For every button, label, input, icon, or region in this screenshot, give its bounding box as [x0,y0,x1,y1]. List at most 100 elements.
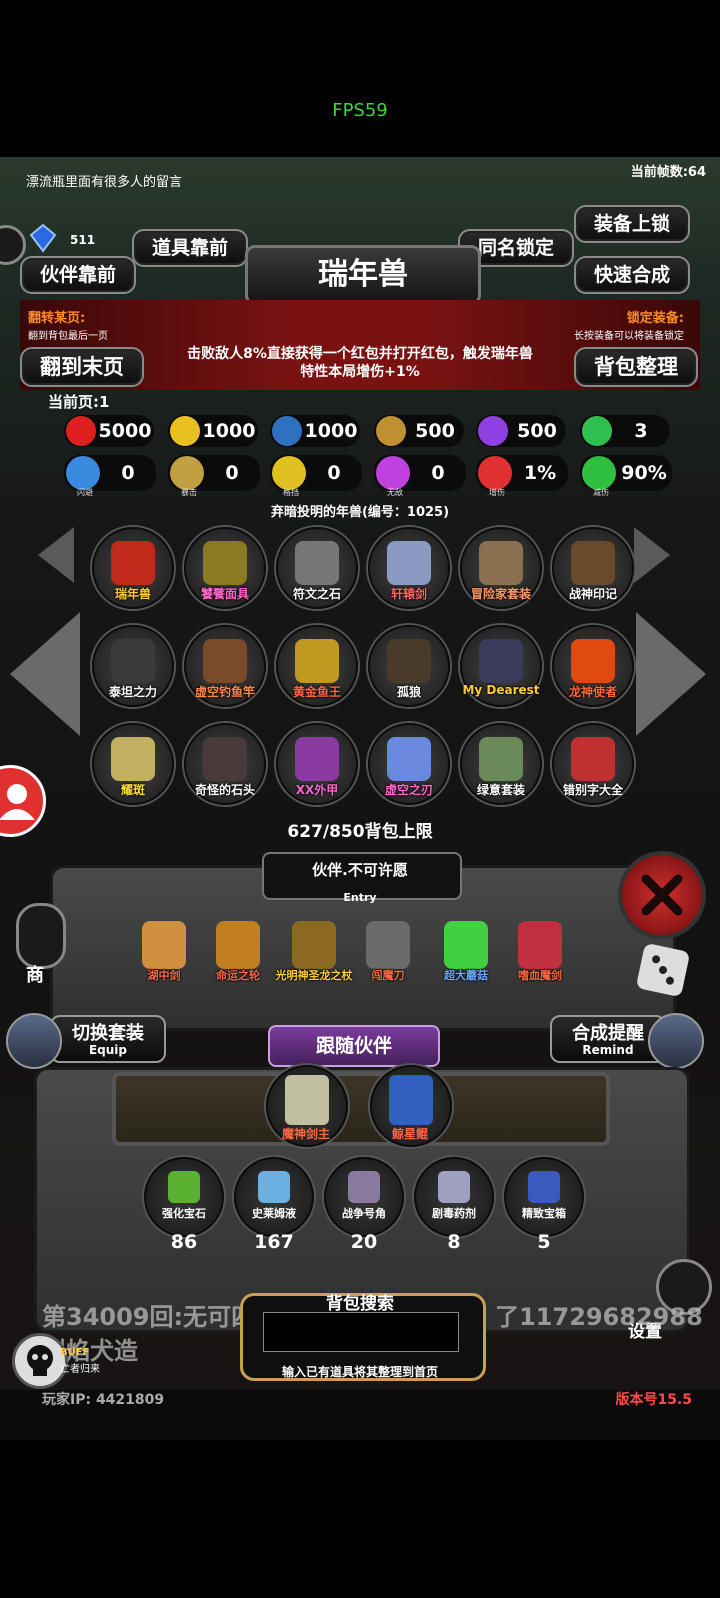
inventory-slot[interactable]: 耀斑 [92,723,174,805]
material-name: 剧毒药剂 [432,1207,476,1220]
description-line-2: 特性本局增伤+1% [300,364,420,380]
bag-sort-button[interactable]: 背包整理 [574,347,698,387]
material-slot[interactable]: 精致宝箱 [504,1157,584,1237]
equipment-slot[interactable]: 闯魔刀 [356,917,418,982]
bag-search-title: 背包搜索 [326,1294,394,1314]
inventory-slot[interactable]: 饕餮面具 [184,527,266,609]
inventory-slot[interactable]: 冒险家套装 [460,527,542,609]
close-icon[interactable] [618,851,706,939]
inventory-slot[interactable]: 龙神使者 [552,625,634,707]
gem-count: 511 [70,233,96,247]
item-art-icon [387,737,431,781]
stat-value: 1% [523,462,557,484]
equipment-slot[interactable]: 命运之轮 [206,917,268,982]
inventory-slot[interactable]: 虚空之刃 [368,723,450,805]
follow-partner-slot[interactable]: 魔神剑主 [266,1065,348,1147]
stat-item: 1000 [270,415,360,447]
material-name: 史莱姆液 [252,1207,296,1220]
item-art-icon [571,639,615,683]
remind-shield-icon[interactable] [648,1013,704,1069]
current-page-label: 当前页:1 [48,393,110,411]
next-page-arrow-icon[interactable] [636,612,706,736]
material-art-icon [348,1171,380,1203]
inventory-slot[interactable]: 瑞年兽 [92,527,174,609]
item-art-icon [111,737,155,781]
prev-page-arrow-icon[interactable] [10,612,80,736]
material-art-icon [258,1171,290,1203]
switch-set-button[interactable]: 切换套装 Equip [50,1015,166,1063]
next-page-small-arrow-icon[interactable] [634,527,670,583]
item-art-icon [111,541,155,585]
stat-item: 1% 增伤 [476,455,568,497]
follow-partner-slot[interactable]: 鲸星鲲 [370,1065,452,1147]
item-description: 击败敌人8%直接获得一个红包并打开红包，触发瑞年兽 特性本局增伤+1% [150,345,570,381]
material-slot[interactable]: 战争号角 [324,1157,404,1237]
inventory-slot[interactable]: 轩辕剑 [368,527,450,609]
stat-value: 5000 [98,420,152,442]
flip-page-label: 翻转某页: [28,311,86,326]
equipment-slot[interactable]: 嗜血魔剑 [508,917,570,982]
equipment-art-icon [142,921,186,969]
quick-merge-button[interactable]: 快速合成 [574,256,690,294]
inventory-slot[interactable]: 孤狼 [368,625,450,707]
bag-capacity: 627/850背包上限 [287,822,433,842]
stat-item: 0 闪避 [64,455,156,497]
fps-counter: FPS59 [332,100,388,121]
partner-front-button[interactable]: 伙伴靠前 [20,256,136,294]
switch-set-sub: Equip [88,1043,128,1057]
inventory-slot[interactable]: My Dearest [460,625,542,707]
inventory-slot[interactable]: XX外甲 [276,723,358,805]
equip-shield-icon[interactable] [6,1013,62,1069]
stat-value: 3 [634,420,648,442]
clover-icon [582,416,612,446]
item-art-icon [203,639,247,683]
item-art-icon [479,639,523,683]
item-art-icon [571,541,615,585]
item-name: 龙神使者 [568,685,617,699]
floating-user-icon[interactable] [0,765,46,837]
lightning-icon [478,416,508,446]
equip-lock-button[interactable]: 装备上锁 [574,205,690,243]
stat-value: 90% [621,462,667,484]
dice-icon[interactable] [635,942,691,998]
game-screen: 漂流瓶里面有很多人的留言 当前帧数:64 511 道具靠前 伙伴靠前 同名锁定 … [0,157,720,1440]
inventory-slot[interactable]: 泰坦之力 [92,625,174,707]
stat-item: 90% 减伤 [580,455,672,497]
ticker-part-2: 了11729682988 [495,1303,703,1331]
stat-item: 3 [580,415,670,447]
crit-icon [170,456,204,490]
material-slot[interactable]: 剧毒药剂 [414,1157,494,1237]
prev-page-small-arrow-icon[interactable] [38,527,74,583]
stat-value: 0 [327,462,341,484]
stat-value: 500 [415,420,455,442]
inventory-slot[interactable]: 黄金鱼王 [276,625,358,707]
stat-item: 500 [476,415,566,447]
inventory-slot[interactable]: 符文之石 [276,527,358,609]
inventory-slot[interactable]: 战神印记 [552,527,634,609]
equipment-slot[interactable]: 光明神圣龙之杖 [276,917,353,982]
item-front-button[interactable]: 道具靠前 [132,229,248,267]
switch-set-label: 切换套装 [72,1023,144,1044]
item-name: 战神印记 [568,587,617,601]
stat-value: 1000 [202,420,256,442]
shop-label[interactable]: 商 [26,961,44,987]
set-name-label: 弃暗投明的年兽(编号：1025) [270,505,450,520]
material-slot[interactable]: 强化宝石 [144,1157,224,1237]
material-name: 精致宝箱 [522,1207,566,1220]
shop-icon[interactable] [16,903,66,969]
inventory-slot[interactable]: 奇怪的石头 [184,723,266,805]
inventory-slot[interactable]: 错别字大全 [552,723,634,805]
merge-remind-sub: Remind [582,1043,634,1057]
description-line-1: 击败敌人8%直接获得一个红包并打开红包，触发瑞年兽 [187,346,533,362]
stat-value: 0 [431,462,445,484]
material-slot[interactable]: 史莱姆液 [234,1157,314,1237]
equipment-slot[interactable]: 湖中剑 [132,917,194,982]
inventory-slot[interactable]: 虚空钓鱼竿 [184,625,266,707]
item-art-icon [203,541,247,585]
bag-search-input[interactable] [263,1312,459,1352]
inventory-slot[interactable]: 绿意套装 [460,723,542,805]
equipment-slot[interactable]: 超大蘑菇 [434,917,496,982]
to-last-page-button[interactable]: 翻到末页 [20,347,144,387]
material-name: 战争号角 [342,1207,386,1220]
material-art-icon [528,1171,560,1203]
